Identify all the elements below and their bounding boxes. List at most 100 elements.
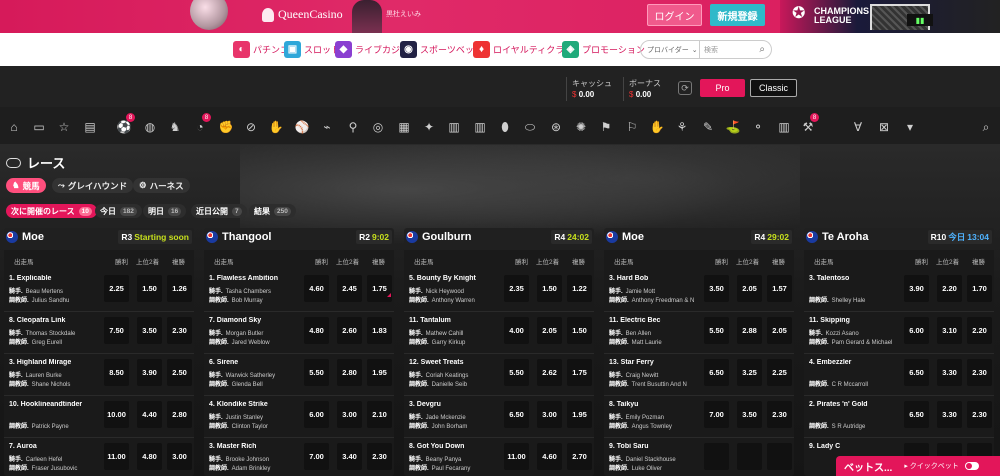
odds-button[interactable]: 3.50 [704,275,729,302]
odds-button[interactable]: 6.00 [304,401,329,428]
odds-button[interactable]: 2.70 [567,443,592,470]
odds-button[interactable]: 6.50 [704,359,729,386]
filter-tab[interactable]: 次に開催のレース 10 [6,204,97,218]
home-icon[interactable]: ⌂ [6,119,22,135]
cricket-icon[interactable]: ⚘ [674,119,690,135]
odds-button[interactable]: 3.40 [337,443,362,470]
odds-button[interactable]: 1.50 [137,275,162,302]
race-card[interactable]: Moe R3 Starting soon 出走馬 勝利 上位2着 複勝 1. Explicab… [4,228,194,476]
odds-button[interactable]: 3.10 [937,317,962,344]
odds-button[interactable]: 5.50 [504,359,529,386]
mma-icon[interactable]: ✊ [218,119,234,135]
odds-button[interactable]: 3.00 [337,401,362,428]
odds-button[interactable]: 11.00 [104,443,129,470]
odds-button[interactable]: 1.75 [567,359,592,386]
boxing-icon[interactable]: ✋ [268,119,284,135]
odds-button[interactable]: 2.30 [967,401,992,428]
odds-button[interactable]: 1.50 [567,317,592,344]
odds-button[interactable]: 2.60 [337,317,362,344]
filter-tab[interactable]: 今日 182 [95,204,142,218]
odds-button[interactable]: 1.70 [967,275,992,302]
filter-tab[interactable]: 近日公開 7 [191,204,247,218]
betslip-bar[interactable]: ベットス... ▸ クイックベット [836,456,1000,476]
basketball2-icon[interactable]: ⊛ [548,119,564,135]
race-type-chip[interactable]: ♞ 競馬 [6,178,46,193]
odds-button[interactable]: 2.30 [367,443,392,470]
soccer-icon[interactable]: ⚽ 8 [116,113,135,135]
odds-button[interactable] [704,443,729,470]
odds-button[interactable]: 1.83 [367,317,392,344]
table-tennis-icon[interactable]: ⊘ [243,119,259,135]
race-card[interactable]: Thangool R2 9:02 出走馬 勝利 上位2着 複勝 1. Flawless Amb… [204,228,394,476]
odds-button[interactable]: 2.20 [937,275,962,302]
odds-button[interactable]: 7.00 [304,443,329,470]
login-button[interactable]: ログイン [647,4,702,26]
esports-icon[interactable]: ⌁ [319,119,335,135]
rugby-icon[interactable]: ⬮ [497,119,513,135]
skiing-icon[interactable]: ⚬ [750,119,766,135]
odds-button[interactable]: 2.50 [167,359,192,386]
search-input[interactable]: 検索 ⌕ [700,40,772,59]
favorites-star-icon[interactable]: ☆ [56,119,72,135]
odds-button[interactable]: 2.30 [767,401,792,428]
classic-view-button[interactable]: Classic [750,79,797,97]
handball-icon[interactable]: ✋ [649,119,665,135]
odds-button[interactable]: 3.25 [737,359,762,386]
odds-button[interactable]: 2.10 [367,401,392,428]
odds-button[interactable]: 2.62 [537,359,562,386]
odds-button[interactable]: 5.50 [304,359,329,386]
baseball-icon[interactable]: ⚾ [294,119,310,135]
odds-button[interactable]: 2.05 [737,275,762,302]
odds-button[interactable]: 3.50 [737,401,762,428]
odds-button[interactable]: 1.95 [367,359,392,386]
refresh-icon[interactable]: ⟳ [678,81,692,95]
odds-button[interactable]: 3.50 [137,317,162,344]
race-card[interactable]: Moe R4 29:02 出走馬 勝利 上位2着 複勝 3. Hard Bob 騎手. Jamie… [604,228,794,476]
odds-button[interactable]: 7.50 [104,317,129,344]
odds-button[interactable]: 2.45 [337,275,362,302]
odds-button[interactable]: 6.50 [904,401,929,428]
queencasino-logo[interactable]: QueenCasino [262,7,343,22]
nav-item[interactable]: ◈ プロモーション [562,40,649,58]
golf-icon[interactable]: ⛳ [725,119,741,135]
cycling-icon[interactable]: ✺ [573,119,589,135]
odds-button[interactable]: 3.30 [937,401,962,428]
odds-button[interactable]: 2.88 [737,317,762,344]
odds-button[interactable]: 3.00 [537,401,562,428]
odds-button[interactable]: 3.90 [137,359,162,386]
odds-button[interactable]: 2.80 [337,359,362,386]
odds-button[interactable]: 4.60 [304,275,329,302]
odds-button[interactable]: 3.90 [904,275,929,302]
odds-button[interactable]: 1.50 [537,275,562,302]
provider-select[interactable]: プロバイダー ⌄ [640,40,700,59]
filter-tab[interactable]: 明日 16 [143,204,187,218]
odds-button[interactable]: 2.35 [504,275,529,302]
odds-button[interactable]: 4.40 [137,401,162,428]
odds-button[interactable]: 3.00 [167,443,192,470]
odds-button[interactable]: 2.25 [767,359,792,386]
american-football-icon[interactable]: ⬭ [522,119,538,135]
hockey-icon[interactable]: ⚲ [345,119,361,135]
odds-button[interactable]: 10.00 [104,401,129,428]
darts-icon[interactable]: ⚑ [598,119,614,135]
more-icon[interactable]: ▾ [902,119,918,135]
odds-button[interactable]: 2.25 [104,275,129,302]
hurling-icon[interactable]: ⚒ 8 [800,113,819,135]
fifa2-icon[interactable]: ▥ [776,119,792,135]
odds-button[interactable]: 1.95 [567,401,592,428]
odds-button[interactable]: 2.80 [167,401,192,428]
odds-button[interactable]: 6.50 [904,359,929,386]
ufc-icon[interactable]: ✦ [421,119,437,135]
odds-button[interactable]: 4.80 [304,317,329,344]
betslip-list-icon[interactable]: ▤ [82,119,98,135]
horse-racing-icon[interactable]: ♞ [167,119,183,135]
filter-tab[interactable]: 結果 250 [249,204,296,218]
odds-button[interactable]: 1.75 [367,275,392,302]
odds-button[interactable]: 4.00 [504,317,529,344]
fifa-icon[interactable]: ▥ [446,119,462,135]
odds-button[interactable]: 6.50 [504,401,529,428]
quick-bet-toggle[interactable] [964,462,979,470]
race-type-chip[interactable]: ⚙ ハーネス [133,178,190,193]
odds-button[interactable]: 2.05 [537,317,562,344]
odds-button[interactable]: 2.05 [767,317,792,344]
